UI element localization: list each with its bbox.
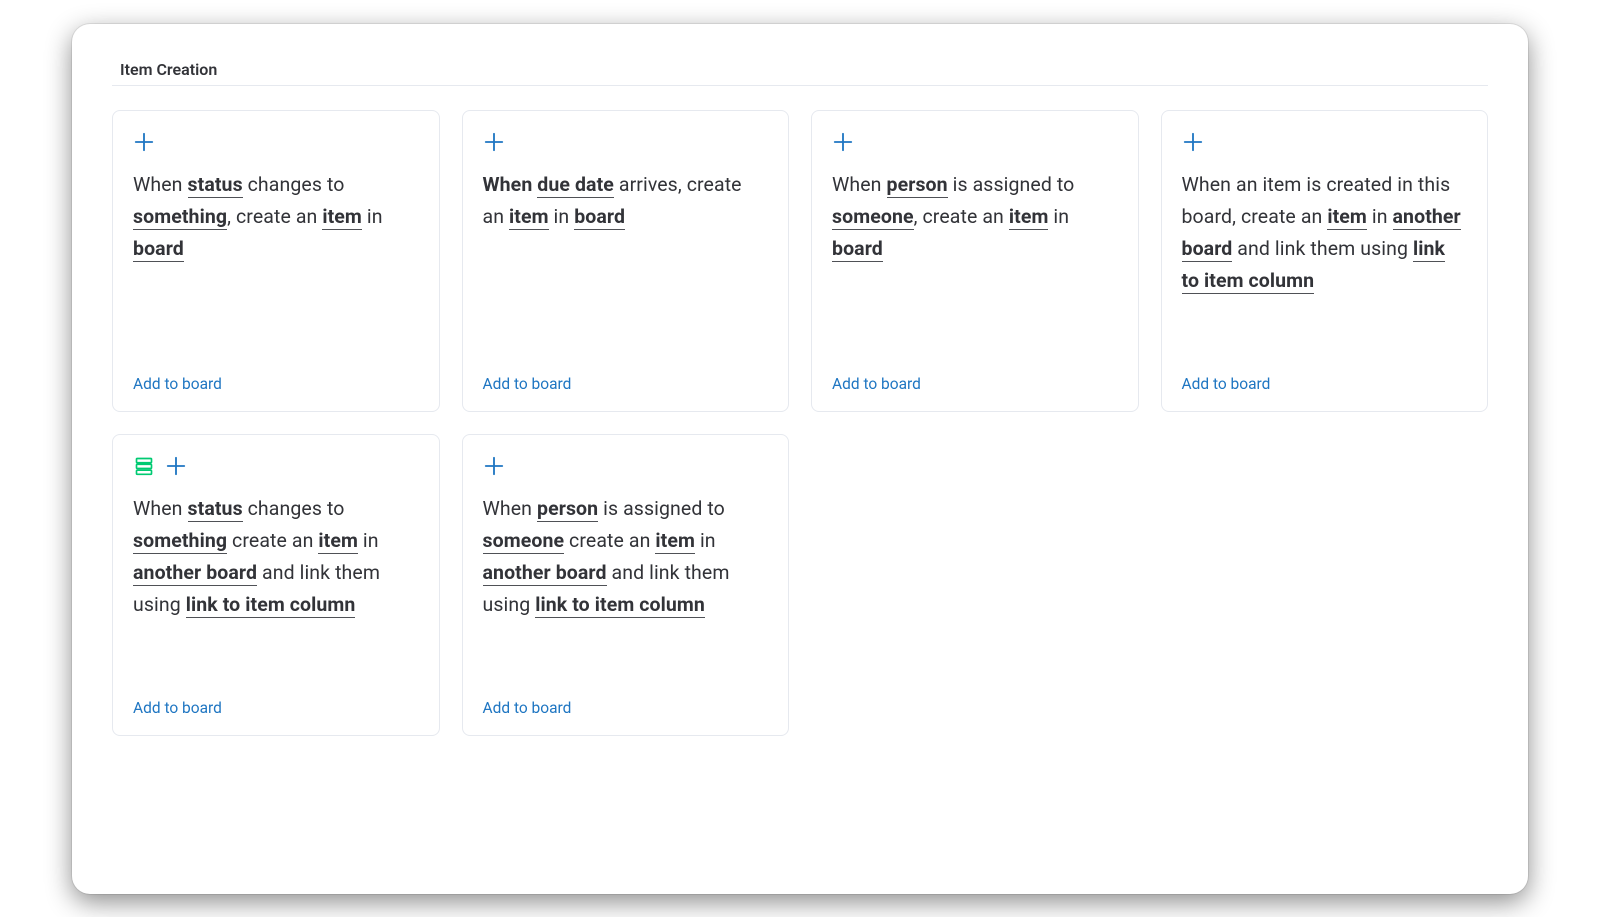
recipe-description: When status changes to something create …	[133, 493, 419, 621]
recipe-card-item-created-link[interactable]: When an item is created in this board, c…	[1161, 110, 1489, 412]
recipe-field[interactable]: another board	[483, 561, 607, 586]
recipe-field[interactable]: something	[133, 529, 227, 554]
recipe-text: in	[549, 205, 575, 228]
section-title: Item Creation	[120, 60, 1488, 79]
subitem-icon	[133, 455, 155, 477]
recipe-text: and link them using	[1232, 237, 1413, 260]
recipe-text: When	[133, 497, 188, 520]
plus-icon	[832, 131, 854, 153]
section-divider	[112, 85, 1488, 86]
recipe-text: When	[483, 497, 538, 520]
recipe-description: When person is assigned to someone creat…	[483, 493, 769, 621]
recipe-field[interactable]: board	[133, 237, 184, 262]
recipe-field[interactable]: something	[133, 205, 227, 230]
recipe-field[interactable]: status	[188, 173, 243, 198]
add-to-board-button[interactable]: Add to board	[832, 375, 1118, 393]
card-icons	[133, 455, 419, 479]
recipe-description: When an item is created in this board, c…	[1182, 169, 1468, 297]
add-to-board-button[interactable]: Add to board	[483, 699, 769, 717]
card-icons	[133, 131, 419, 155]
recipe-field[interactable]: link to item column	[186, 593, 356, 618]
card-icons	[483, 455, 769, 479]
recipe-field[interactable]: item	[509, 205, 549, 230]
recipe-field[interactable]: board	[832, 237, 883, 262]
recipe-field[interactable]: someone	[832, 205, 914, 230]
add-to-board-button[interactable]: Add to board	[133, 699, 419, 717]
recipe-text: When	[832, 173, 887, 196]
recipe-text: changes to	[243, 173, 345, 196]
recipe-field[interactable]: person	[887, 173, 948, 198]
add-to-board-button[interactable]: Add to board	[483, 375, 769, 393]
recipe-text: is assigned to	[598, 497, 725, 520]
recipe-text: , create an	[227, 205, 322, 228]
plus-icon	[133, 131, 155, 153]
recipe-description: When person is assigned to someone, crea…	[832, 169, 1118, 265]
recipe-field[interactable]: person	[537, 497, 598, 522]
plus-icon	[483, 455, 505, 477]
recipe-grid: When status changes to something, create…	[112, 110, 1488, 736]
add-to-board-button[interactable]: Add to board	[133, 375, 419, 393]
plus-icon	[165, 455, 187, 477]
automation-recipes-frame: Item Creation When status changes to som…	[72, 24, 1528, 894]
recipe-field[interactable]: status	[188, 497, 243, 522]
plus-icon	[1182, 131, 1204, 153]
recipe-text: in	[358, 529, 379, 552]
recipe-text: , create an	[914, 205, 1009, 228]
card-icons	[1182, 131, 1468, 155]
card-icons	[483, 131, 769, 155]
recipe-field[interactable]: item	[318, 529, 358, 554]
add-to-board-button[interactable]: Add to board	[1182, 375, 1468, 393]
recipe-text: is assigned to	[948, 173, 1075, 196]
recipe-text: changes to	[243, 497, 345, 520]
recipe-card-person-create-item[interactable]: When person is assigned to someone, crea…	[811, 110, 1139, 412]
recipe-description: When status changes to something, create…	[133, 169, 419, 265]
recipe-text: in	[1048, 205, 1069, 228]
recipe-card-due-date-create-item[interactable]: When due date arrives, create an item in…	[462, 110, 790, 412]
card-icons	[832, 131, 1118, 155]
recipe-field[interactable]: due date	[537, 173, 614, 198]
recipe-text: create an	[564, 529, 655, 552]
recipe-text: When	[133, 173, 188, 196]
recipe-field[interactable]: another board	[133, 561, 257, 586]
recipe-card-person-create-link[interactable]: When person is assigned to someone creat…	[462, 434, 790, 736]
recipe-field[interactable]: someone	[483, 529, 565, 554]
recipe-field[interactable]: link to item column	[535, 593, 705, 618]
recipe-text: in	[1367, 205, 1393, 228]
recipe-text: create an	[227, 529, 318, 552]
recipe-description: When due date arrives, create an item in…	[483, 169, 769, 233]
recipe-field[interactable]: item	[1009, 205, 1049, 230]
recipe-field[interactable]: item	[1327, 205, 1367, 230]
recipe-text: in	[695, 529, 716, 552]
recipe-text: When	[483, 173, 538, 196]
recipe-card-status-create-item[interactable]: When status changes to something, create…	[112, 110, 440, 412]
recipe-card-status-create-link[interactable]: When status changes to something create …	[112, 434, 440, 736]
recipe-field[interactable]: item	[655, 529, 695, 554]
recipe-text: in	[362, 205, 383, 228]
recipe-field[interactable]: board	[574, 205, 625, 230]
plus-icon	[483, 131, 505, 153]
recipe-field[interactable]: item	[322, 205, 362, 230]
